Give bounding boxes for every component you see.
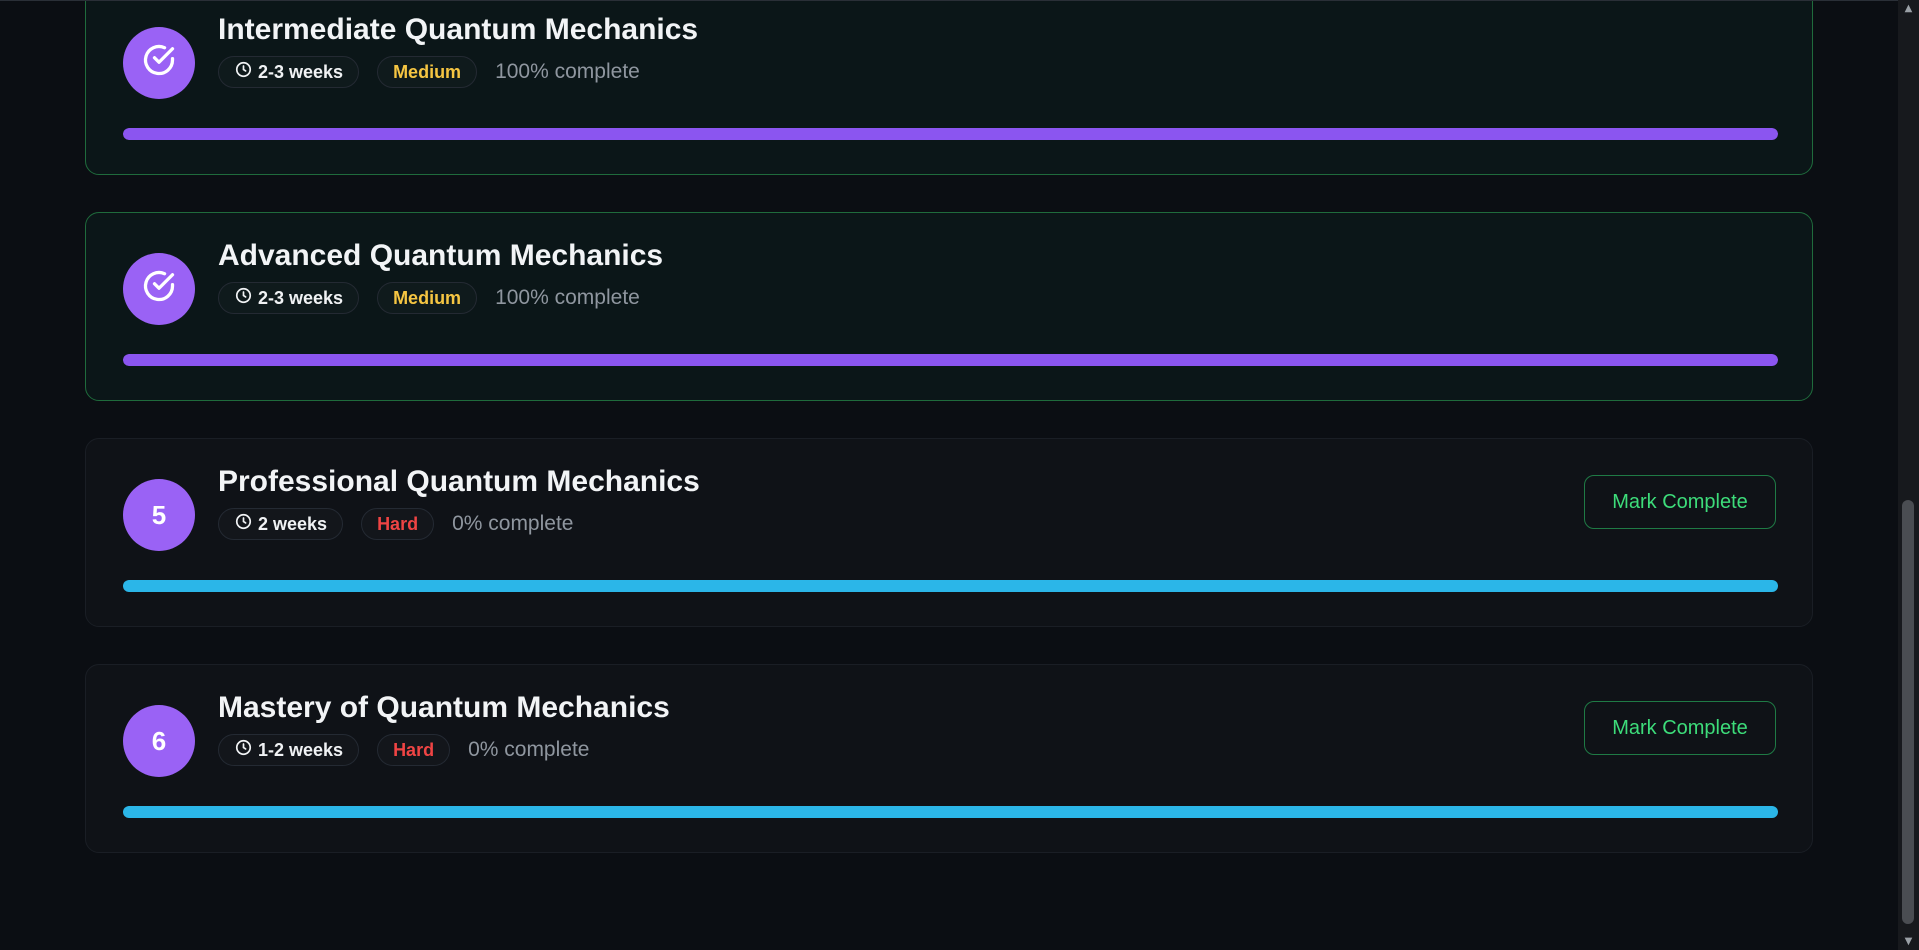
progress-text: 100% complete (495, 60, 640, 83)
module-meta: 2 weeks Hard 0% complete (218, 507, 573, 541)
module-card: Intermediate Quantum Mechanics 2-3 weeks… (85, 1, 1813, 175)
module-list-viewport: Intermediate Quantum Mechanics 2-3 weeks… (0, 0, 1898, 950)
duration-text: 1-2 weeks (258, 739, 344, 760)
progress-bar (123, 806, 1778, 818)
vertical-scrollbar[interactable]: ▲ ▼ (1898, 0, 1919, 950)
module-title: Advanced Quantum Mechanics (218, 239, 664, 272)
module-title: Intermediate Quantum Mechanics (218, 13, 699, 46)
progress-bar (123, 128, 1778, 140)
progress-bar-fill (123, 354, 1778, 366)
progress-bar (123, 354, 1778, 366)
clock-icon (235, 287, 258, 309)
difficulty-badge: Hard (361, 508, 435, 540)
module-status-avatar (123, 253, 195, 325)
progress-bar-fill (123, 128, 1778, 140)
module-meta: 2-3 weeks Medium 100% complete (218, 55, 640, 89)
clock-icon (235, 739, 258, 761)
duration-text: 2-3 weeks (258, 61, 344, 82)
module-number-avatar: 5 (123, 479, 195, 551)
duration-text: 2 weeks (258, 513, 328, 534)
module-meta: 1-2 weeks Hard 0% complete (218, 733, 589, 767)
difficulty-badge: Hard (377, 734, 451, 766)
duration-badge: 2-3 weeks (218, 282, 360, 314)
module-title: Mastery of Quantum Mechanics (218, 691, 670, 724)
scroll-down-arrow-icon[interactable]: ▼ (1898, 933, 1919, 950)
module-number-avatar: 6 (123, 705, 195, 777)
mark-complete-button[interactable]: Mark Complete (1584, 475, 1776, 529)
duration-badge: 2-3 weeks (218, 56, 360, 88)
check-circle-icon (141, 42, 177, 85)
module-card: 5 Professional Quantum Mechanics 2 weeks… (85, 438, 1813, 627)
scroll-up-arrow-icon[interactable]: ▲ (1898, 0, 1919, 17)
difficulty-badge: Medium (377, 56, 478, 88)
clock-icon (235, 61, 258, 83)
duration-badge: 2 weeks (218, 508, 344, 540)
progress-text: 100% complete (495, 286, 640, 309)
module-meta: 2-3 weeks Medium 100% complete (218, 281, 640, 315)
difficulty-badge: Medium (377, 282, 478, 314)
clock-icon (235, 513, 258, 535)
module-card: Advanced Quantum Mechanics 2-3 weeks Med… (85, 212, 1813, 401)
module-status-avatar (123, 27, 195, 99)
module-title: Professional Quantum Mechanics (218, 465, 700, 498)
module-card: 6 Mastery of Quantum Mechanics 1-2 weeks… (85, 664, 1813, 853)
mark-complete-button[interactable]: Mark Complete (1584, 701, 1776, 755)
check-circle-icon (141, 268, 177, 311)
progress-text: 0% complete (468, 738, 590, 761)
duration-text: 2-3 weeks (258, 287, 344, 308)
duration-badge: 1-2 weeks (218, 734, 360, 766)
scrollbar-thumb[interactable] (1902, 500, 1914, 924)
progress-bar (123, 580, 1778, 592)
progress-text: 0% complete (452, 512, 574, 535)
